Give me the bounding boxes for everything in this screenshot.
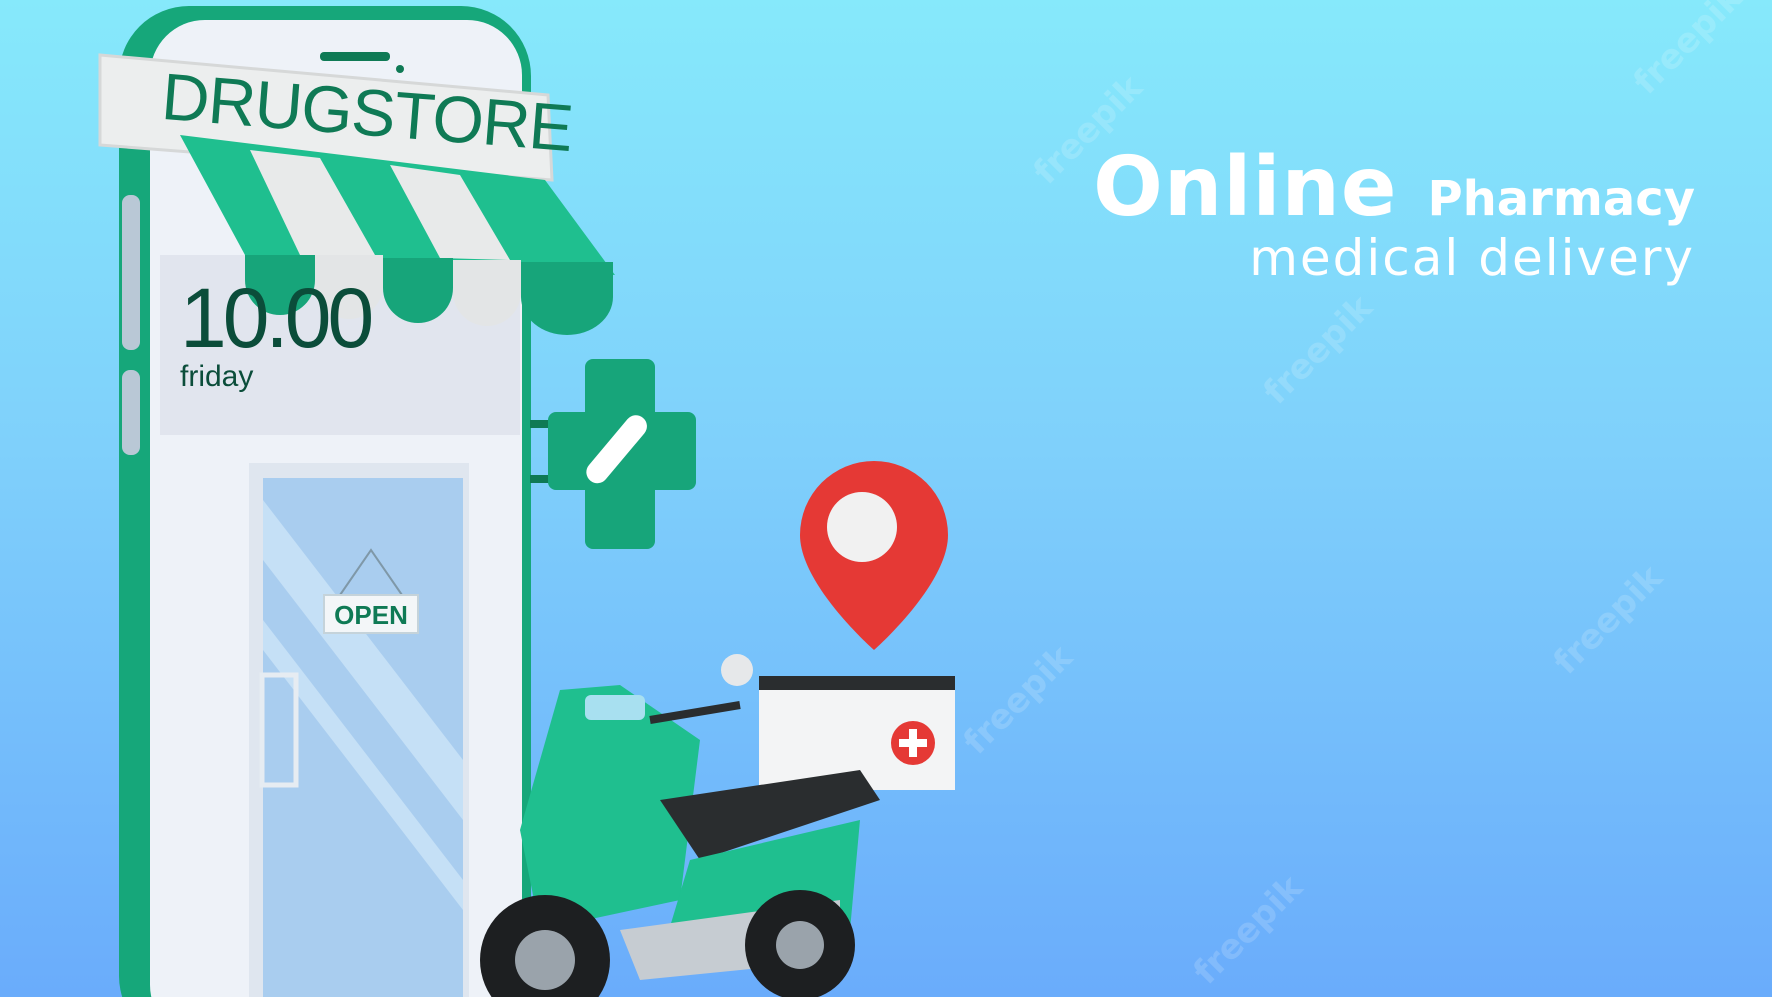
delivery-scooter (480, 654, 955, 997)
phone-clock-time: 10.00 (180, 271, 374, 365)
glass-door[interactable] (249, 463, 469, 997)
location-pin-icon (800, 461, 948, 650)
headline: Online Pharmacy medical delivery (1093, 140, 1695, 287)
open-sign: OPEN (323, 594, 419, 634)
headline-pharmacy: Pharmacy (1427, 171, 1695, 227)
phone-clock-day: friday (180, 360, 254, 393)
headline-online: Online (1093, 140, 1398, 235)
pharmacy-cross-sign (530, 359, 696, 549)
headline-subtitle: medical delivery (1249, 229, 1695, 287)
